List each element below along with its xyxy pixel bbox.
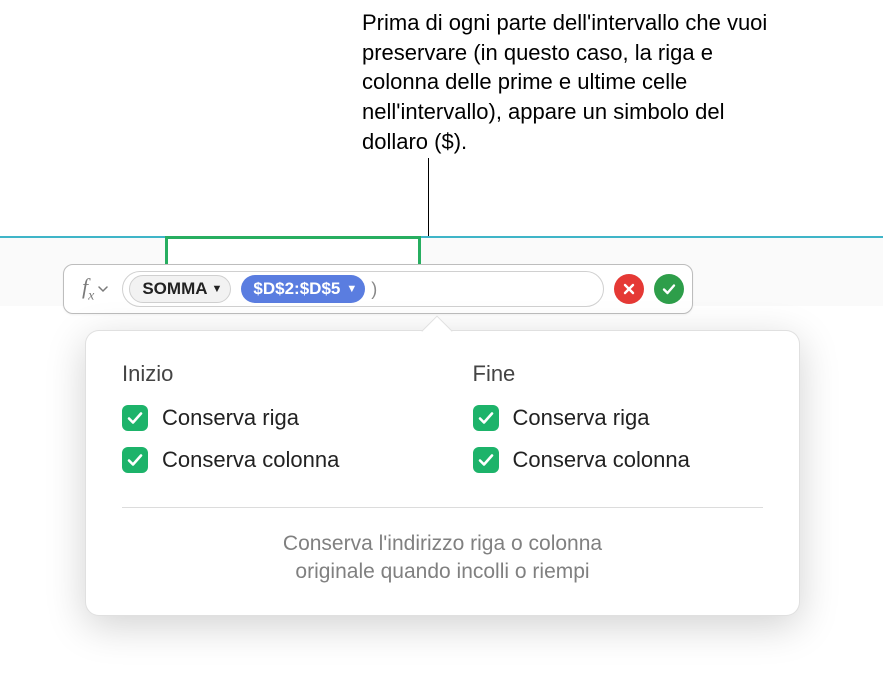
- checkbox-label: Conserva riga: [162, 405, 299, 431]
- triangle-down-icon: ▼: [346, 283, 357, 295]
- formula-bar: fx SOMMA ▼ $D$2:$D$5 ▼ ): [63, 264, 693, 314]
- function-name: SOMMA: [142, 279, 207, 299]
- fx-label-text: fx: [82, 274, 94, 304]
- end-heading: Fine: [473, 361, 764, 387]
- close-icon: [621, 281, 637, 297]
- checkbox-checked-icon: [122, 405, 148, 431]
- start-preserve-row-checkbox[interactable]: Conserva riga: [122, 405, 413, 431]
- checkbox-label: Conserva colonna: [513, 447, 690, 473]
- annotation-text: Prima di ogni parte dell'intervallo che …: [362, 8, 792, 156]
- cancel-button[interactable]: [614, 274, 644, 304]
- chevron-down-icon: [98, 284, 108, 294]
- checkbox-checked-icon: [122, 447, 148, 473]
- checkbox-label: Conserva colonna: [162, 447, 339, 473]
- triangle-down-icon: ▼: [212, 283, 223, 295]
- popover-arrow: [421, 315, 452, 346]
- start-column: Inizio Conserva riga Conserva colonna: [122, 361, 413, 489]
- popover-description: Conserva l'indirizzo riga o colonna orig…: [122, 530, 763, 587]
- checkbox-checked-icon: [473, 405, 499, 431]
- function-token[interactable]: SOMMA ▼: [129, 275, 231, 303]
- fx-menu[interactable]: fx: [72, 274, 114, 304]
- checkbox-label: Conserva riga: [513, 405, 650, 431]
- reference-options-popover: Inizio Conserva riga Conserva colonna Fi…: [85, 330, 800, 616]
- accept-button[interactable]: [654, 274, 684, 304]
- divider: [122, 507, 763, 508]
- range-reference-token[interactable]: $D$2:$D$5 ▼: [241, 275, 365, 303]
- end-preserve-row-checkbox[interactable]: Conserva riga: [473, 405, 764, 431]
- checkbox-checked-icon: [473, 447, 499, 473]
- check-icon: [661, 281, 677, 297]
- paren-close: ): [371, 279, 377, 300]
- range-reference-text: $D$2:$D$5: [253, 279, 340, 299]
- start-preserve-column-checkbox[interactable]: Conserva colonna: [122, 447, 413, 473]
- end-preserve-column-checkbox[interactable]: Conserva colonna: [473, 447, 764, 473]
- formula-input[interactable]: SOMMA ▼ $D$2:$D$5 ▼ ): [122, 271, 604, 307]
- end-column: Fine Conserva riga Conserva colonna: [473, 361, 764, 489]
- start-heading: Inizio: [122, 361, 413, 387]
